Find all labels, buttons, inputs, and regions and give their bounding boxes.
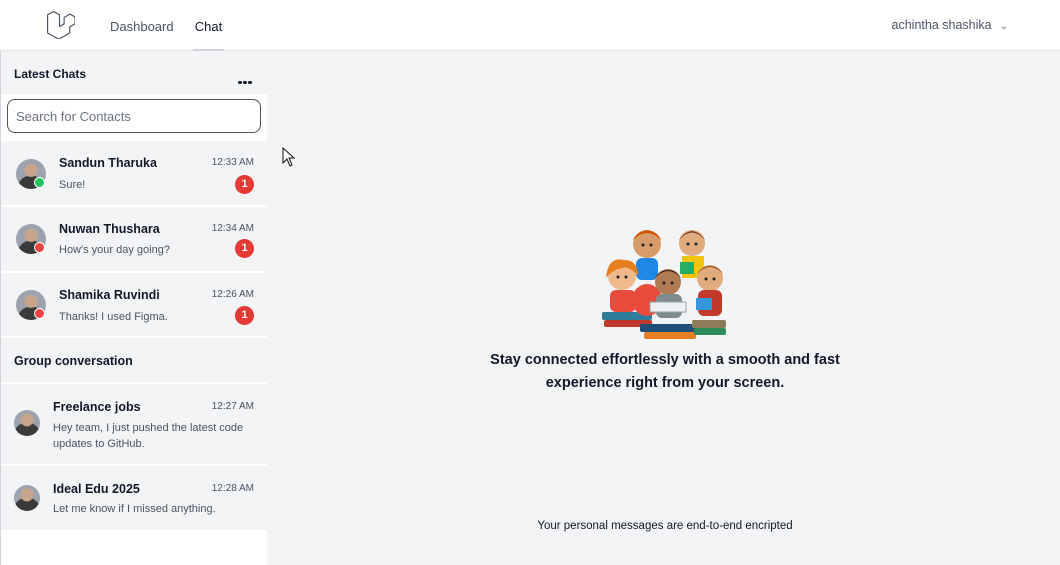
unread-badge: 1 bbox=[235, 306, 254, 325]
nav-link-chat[interactable]: Chat bbox=[193, 0, 224, 51]
group-conversation-title: Group conversation bbox=[14, 354, 133, 368]
user-menu[interactable]: achintha shashika ⌄ bbox=[892, 0, 1008, 51]
chat-item-sandun-tharuka[interactable]: Sandun Tharuka Sure! 12:33 AM 1 bbox=[1, 142, 267, 207]
chat-last-message: Sure! bbox=[59, 179, 86, 191]
avatar bbox=[14, 410, 40, 436]
chat-last-message: How's your day going? bbox=[59, 244, 170, 256]
more-horizontal-icon[interactable] bbox=[238, 71, 254, 84]
avatar bbox=[14, 485, 40, 511]
chevron-down-icon: ⌄ bbox=[999, 21, 1008, 32]
chat-time: 12:26 AM bbox=[211, 289, 254, 300]
group-last-message: Hey team, I just pushed the latest code … bbox=[53, 422, 244, 450]
group-item-freelance-jobs[interactable]: Freelance jobs Hey team, I just pushed t… bbox=[1, 384, 267, 466]
online-status-dot bbox=[34, 177, 45, 188]
search-container bbox=[1, 94, 267, 141]
encryption-note: Your personal messages are end-to-end en… bbox=[537, 520, 793, 532]
group-item-ideal-edu-2025[interactable]: Ideal Edu 2025 Let me know if I missed a… bbox=[1, 466, 267, 530]
group-name: Freelance jobs bbox=[53, 400, 141, 414]
chat-time: 12:33 AM bbox=[211, 157, 254, 168]
tagline-text: Stay connected effortlessly with a smoot… bbox=[490, 352, 840, 391]
unread-badge: 1 bbox=[235, 239, 254, 258]
offline-status-dot bbox=[34, 242, 45, 253]
latest-chats-title: Latest Chats bbox=[14, 67, 87, 81]
group-conversation-header: Group conversation bbox=[1, 338, 267, 384]
group-last-message: Let me know if I missed anything. bbox=[53, 503, 216, 515]
chat-main-empty-state: Stay connected effortlessly with a smoot… bbox=[267, 51, 1060, 565]
offline-status-dot bbox=[34, 308, 45, 319]
mouse-cursor-icon bbox=[282, 147, 296, 167]
group-name: Ideal Edu 2025 bbox=[53, 482, 140, 496]
chat-sidebar: Latest Chats Sandun Tharuka Sure! 12:33 … bbox=[0, 51, 267, 565]
laravel-logo-icon[interactable] bbox=[47, 11, 75, 39]
user-name: achintha shashika bbox=[891, 18, 992, 32]
group-time: 12:28 AM bbox=[211, 483, 254, 494]
kids-reading-books-illustration bbox=[602, 230, 726, 339]
latest-chats-header: Latest Chats bbox=[1, 51, 267, 94]
chat-name: Sandun Tharuka bbox=[59, 156, 157, 170]
unread-badge: 1 bbox=[235, 175, 254, 194]
chat-item-nuwan-thushara[interactable]: Nuwan Thushara How's your day going? 12:… bbox=[1, 207, 267, 273]
search-input[interactable] bbox=[7, 99, 261, 133]
group-time: 12:27 AM bbox=[211, 401, 254, 412]
empty-state-tagline: Stay connected effortlessly with a smoot… bbox=[267, 349, 1060, 395]
chat-last-message: Thanks! I used Figma. bbox=[59, 311, 168, 323]
chat-name: Shamika Ruvindi bbox=[59, 288, 160, 302]
chat-name: Nuwan Thushara bbox=[59, 222, 160, 236]
chat-time: 12:34 AM bbox=[211, 223, 254, 234]
sidebar-footer-space bbox=[1, 530, 267, 565]
top-navigation-bar: Dashboard Chat achintha shashika ⌄ bbox=[0, 0, 1060, 51]
chat-item-shamika-ruvindi[interactable]: Shamika Ruvindi Thanks! I used Figma. 12… bbox=[1, 273, 267, 338]
nav-link-dashboard[interactable]: Dashboard bbox=[110, 0, 174, 51]
